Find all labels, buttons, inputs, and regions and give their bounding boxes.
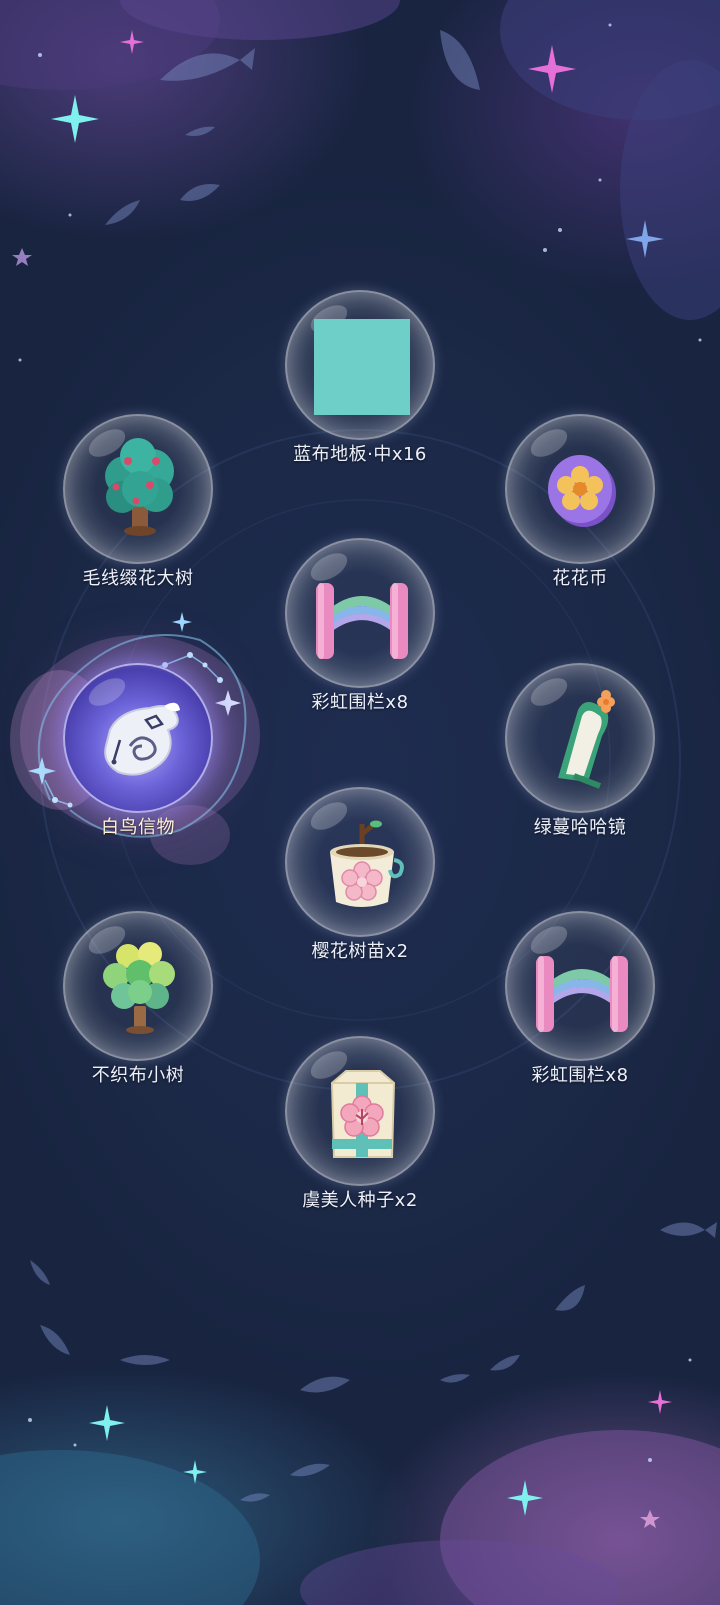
reward-board: 蓝布地板·中x16 毛线缀花大树 花花币 彩虹围栏x8 白鸟信物 绿蔓哈哈镜 樱… <box>0 0 720 1605</box>
rainbow-fence-icon <box>316 583 408 659</box>
yarn-flower-tree-icon <box>105 438 174 536</box>
reward-node[interactable]: 虞美人种子x2 <box>260 1036 460 1236</box>
reward-label: 虞美人种子x2 <box>302 1190 418 1211</box>
sakura-sapling-icon <box>330 820 404 907</box>
reward-node[interactable]: 彩虹围栏x8 <box>260 538 460 738</box>
reward-node[interactable]: 毛线缀花大树 <box>38 414 238 614</box>
rainbow-fence-icon <box>536 956 628 1032</box>
reward-node[interactable]: 绿蔓哈哈镜 <box>480 663 680 863</box>
reward-label: 毛线缀花大树 <box>82 568 194 589</box>
reward-node[interactable]: 蓝布地板·中x16 <box>260 290 460 490</box>
reward-node[interactable]: 彩虹围栏x8 <box>480 911 680 1111</box>
reward-label: 白鸟信物 <box>101 817 175 838</box>
reward-node[interactable]: 花花币 <box>480 414 680 614</box>
reward-bubble[interactable] <box>505 663 655 813</box>
white-bird-token-icon <box>104 702 180 776</box>
flower-coin-icon <box>548 455 616 527</box>
reward-label: 彩虹围栏x8 <box>531 1065 629 1086</box>
reward-node[interactable]: 不织布小树 <box>38 911 238 1111</box>
reward-bubble[interactable] <box>63 911 213 1061</box>
poppy-seed-bag-icon <box>330 1070 396 1158</box>
blue-floor-tile-icon <box>314 319 410 415</box>
reward-bubble-selected[interactable] <box>63 663 213 813</box>
reward-bubble[interactable] <box>63 414 213 564</box>
reward-label: 绿蔓哈哈镜 <box>533 817 627 838</box>
nonwoven-tree-icon <box>103 942 175 1034</box>
reward-node[interactable]: 樱花树苗x2 <box>260 787 460 987</box>
reward-label: 彩虹围栏x8 <box>311 692 409 713</box>
reward-label: 蓝布地板·中x16 <box>293 444 427 465</box>
reward-bubble[interactable] <box>505 414 655 564</box>
reward-label: 樱花树苗x2 <box>311 941 409 962</box>
reward-bubble[interactable] <box>285 787 435 937</box>
reward-bubble[interactable] <box>285 290 435 440</box>
reward-node-selected[interactable]: 白鸟信物 <box>38 663 238 863</box>
reward-label: 花花币 <box>552 568 608 589</box>
reward-bubble[interactable] <box>285 1036 435 1186</box>
reward-label: 不织布小树 <box>91 1065 185 1086</box>
reward-bubble[interactable] <box>285 538 435 688</box>
green-vine-mirror-icon <box>558 690 615 789</box>
reward-bubble[interactable] <box>505 911 655 1061</box>
